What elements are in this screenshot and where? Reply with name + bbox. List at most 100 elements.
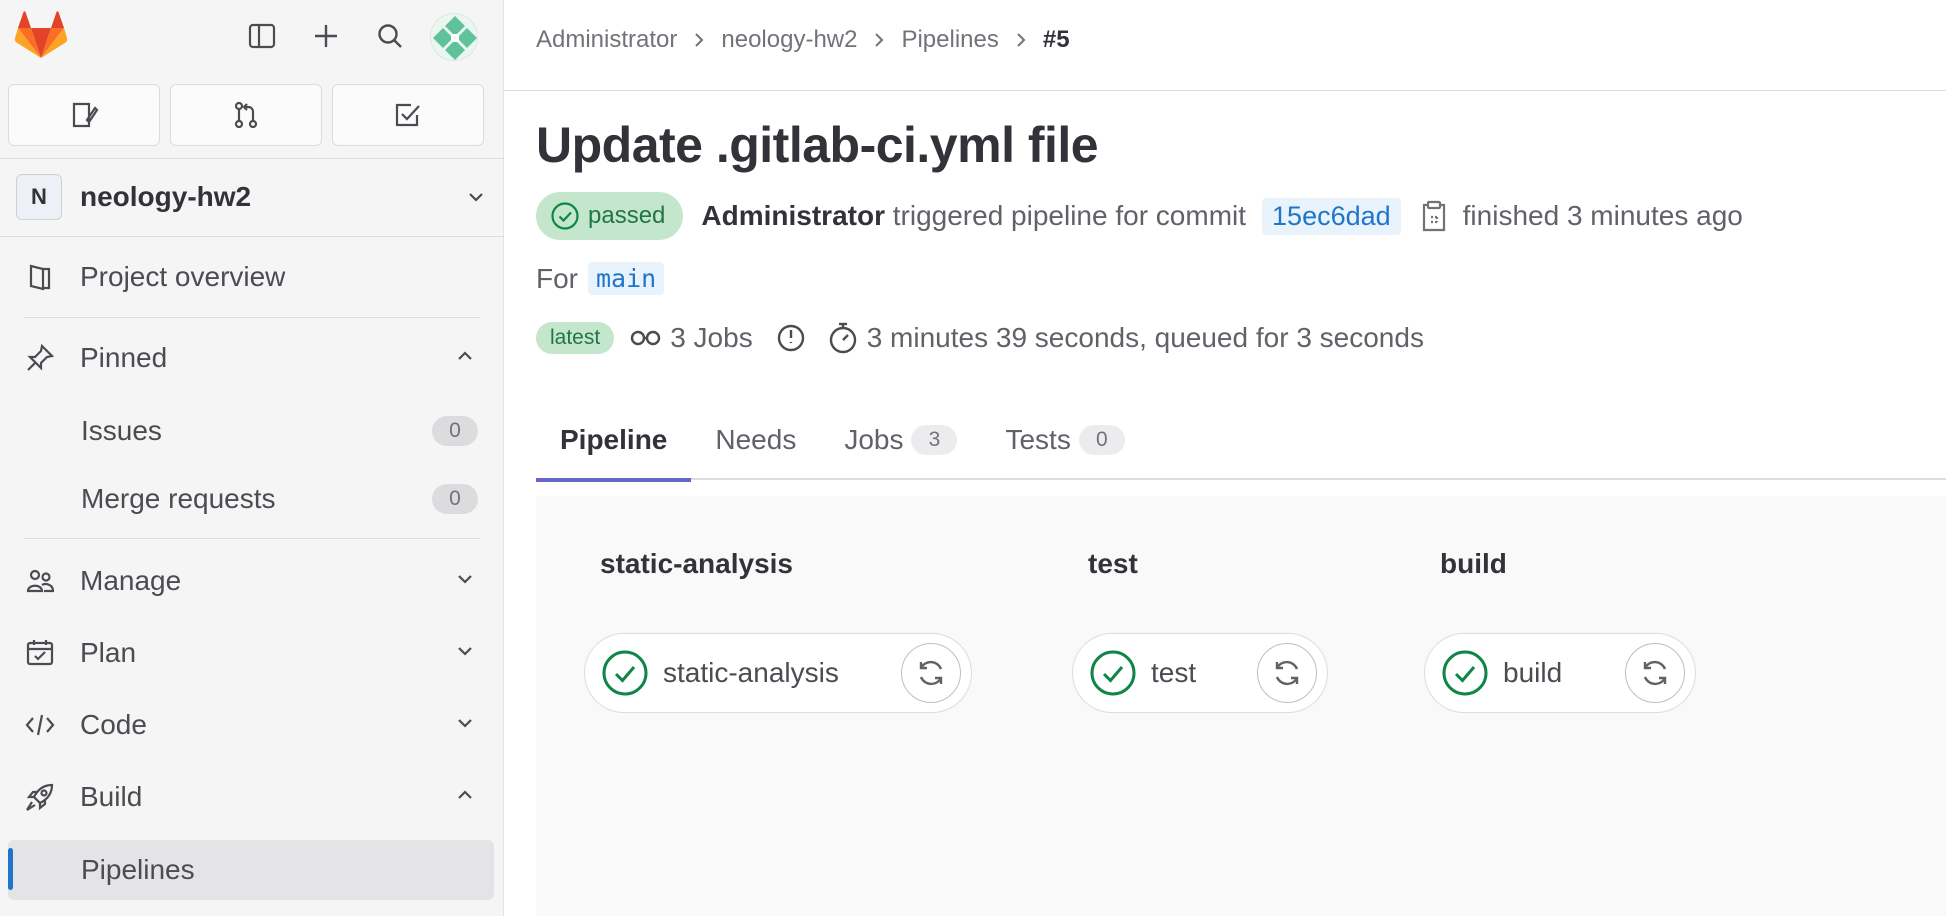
app: N neology-hw2 Project overview Pinned Is… <box>0 0 1946 916</box>
commit-sha-link[interactable]: 15ec6dad <box>1262 197 1401 235</box>
sidebar-item-label: Pipelines <box>81 854 195 885</box>
todo-shortcut-button[interactable] <box>332 84 484 146</box>
sidebar-toggle-icon[interactable] <box>242 16 282 56</box>
tab-pipeline[interactable]: Pipeline <box>536 400 692 482</box>
tab-tests[interactable]: Tests 0 <box>981 400 1148 480</box>
retry-icon <box>1643 660 1667 686</box>
sidebar-item-issues[interactable]: Issues 0 <box>8 402 494 460</box>
merge-requests-count-badge: 0 <box>432 484 478 514</box>
latest-badge: latest <box>536 322 615 354</box>
chevron-right-icon <box>1015 32 1027 48</box>
stopwatch-icon <box>829 322 856 354</box>
timer-icon <box>777 324 804 352</box>
sidebar-item-label: Merge requests <box>81 483 276 514</box>
jobs-count: 3 Jobs <box>630 322 753 354</box>
sidebar-item-merge-requests[interactable]: Merge requests 0 <box>8 470 494 528</box>
breadcrumb-pipelines[interactable]: Pipelines <box>901 26 998 54</box>
tab-label: Jobs <box>844 424 904 455</box>
sidebar-item-label: Code <box>80 709 147 740</box>
project-switcher[interactable]: N neology-hw2 <box>16 170 488 224</box>
sidebar-item-label: Pinned <box>80 342 168 373</box>
sidebar-item-pipelines[interactable]: Pipelines <box>8 840 494 900</box>
gitlab-logo-icon[interactable] <box>14 11 68 61</box>
job-pill[interactable]: build <box>1424 633 1696 713</box>
sidebar-item-build[interactable]: Build <box>8 769 494 825</box>
search-icon[interactable] <box>370 16 410 56</box>
sidebar-header <box>0 0 503 72</box>
issues-shortcut-button[interactable] <box>8 84 160 146</box>
project-name: neology-hw2 <box>80 181 252 212</box>
check-circle-icon <box>551 202 579 230</box>
rocket-icon <box>20 781 60 813</box>
divider <box>24 317 480 318</box>
breadcrumb-current[interactable]: #5 <box>1043 26 1070 54</box>
sidebar-item-project-overview[interactable]: Project overview <box>8 249 494 305</box>
copy-icon[interactable] <box>1419 199 1449 233</box>
job-pill[interactable]: static-analysis <box>584 633 972 713</box>
jobs-count-label: 3 Jobs <box>670 322 753 353</box>
code-icon <box>20 710 60 740</box>
breadcrumb-administrator[interactable]: Administrator <box>536 26 677 54</box>
check-circle-icon <box>1089 649 1137 697</box>
tab-needs[interactable]: Needs <box>691 400 820 480</box>
project-avatar: N <box>16 174 62 220</box>
retry-button[interactable] <box>1625 643 1685 703</box>
pipeline-tabs: Pipeline Needs Jobs 3 Tests 0 <box>536 400 1946 482</box>
chevron-up-icon <box>456 786 474 809</box>
sidebar: N neology-hw2 Project overview Pinned Is… <box>0 0 504 916</box>
retry-icon <box>1275 660 1299 686</box>
job-name: build <box>1503 657 1563 688</box>
finished-text: finished 3 minutes ago <box>1462 200 1743 231</box>
pipeline-info: latest 3 Jobs 3 minutes 39 seconds, queu… <box>536 321 1424 355</box>
pin-icon <box>20 343 60 373</box>
tab-jobs[interactable]: Jobs 3 <box>820 400 981 480</box>
tests-tab-count: 0 <box>1078 425 1125 455</box>
job-name: static-analysis <box>663 657 839 688</box>
check-circle-icon <box>601 649 649 697</box>
status-label: passed <box>588 202 666 229</box>
quick-actions <box>8 84 484 146</box>
users-icon <box>20 566 60 596</box>
calendar-icon <box>20 638 60 668</box>
check-circle-icon <box>1441 649 1489 697</box>
job-pill[interactable]: test <box>1072 633 1328 713</box>
divider <box>0 236 504 237</box>
author-name[interactable]: Administrator <box>701 200 885 231</box>
retry-button[interactable] <box>901 643 961 703</box>
retry-icon <box>919 660 943 686</box>
for-label: For <box>536 262 578 294</box>
plus-icon[interactable] <box>306 16 346 56</box>
stage-title: static-analysis <box>600 548 793 579</box>
tab-label: Pipeline <box>560 424 668 455</box>
user-avatar[interactable] <box>430 13 478 61</box>
sidebar-item-label: Project overview <box>80 261 286 292</box>
merge-requests-shortcut-button[interactable] <box>170 84 322 146</box>
sidebar-item-label: Build <box>80 781 143 812</box>
active-indicator <box>8 848 13 890</box>
sidebar-item-label: Manage <box>80 565 182 596</box>
trigger-text: triggered pipeline for commit <box>892 200 1247 231</box>
chevron-down-icon <box>456 714 474 737</box>
sidebar-item-manage[interactable]: Manage <box>8 553 494 609</box>
pipeline-graph: static-analysis static-analysis test tes… <box>536 496 1946 916</box>
sidebar-item-pinned[interactable]: Pinned <box>8 330 494 386</box>
main-content: Administrator neology-hw2 Pipelines #5 U… <box>504 0 1946 916</box>
sidebar-item-code[interactable]: Code <box>8 697 494 753</box>
sidebar-item-label: Plan <box>80 637 137 668</box>
sidebar-item-plan[interactable]: Plan <box>8 625 494 681</box>
chevron-right-icon <box>693 32 705 48</box>
header-divider <box>504 90 1946 91</box>
status-badge[interactable]: passed <box>536 192 684 240</box>
project-icon <box>20 262 60 292</box>
chevron-down-icon <box>456 642 474 665</box>
chevron-down-icon <box>456 570 474 593</box>
stage-title: build <box>1440 548 1507 579</box>
stage-title: test <box>1088 548 1138 579</box>
breadcrumb-project[interactable]: neology-hw2 <box>721 26 857 54</box>
issues-count-badge: 0 <box>432 416 478 446</box>
branch-link[interactable]: main <box>588 262 665 295</box>
pipeline-icon <box>631 330 661 346</box>
duration: 3 minutes 39 seconds, queued for 3 secon… <box>775 321 1424 355</box>
retry-button[interactable] <box>1257 643 1317 703</box>
branch-row: For main <box>536 262 665 295</box>
